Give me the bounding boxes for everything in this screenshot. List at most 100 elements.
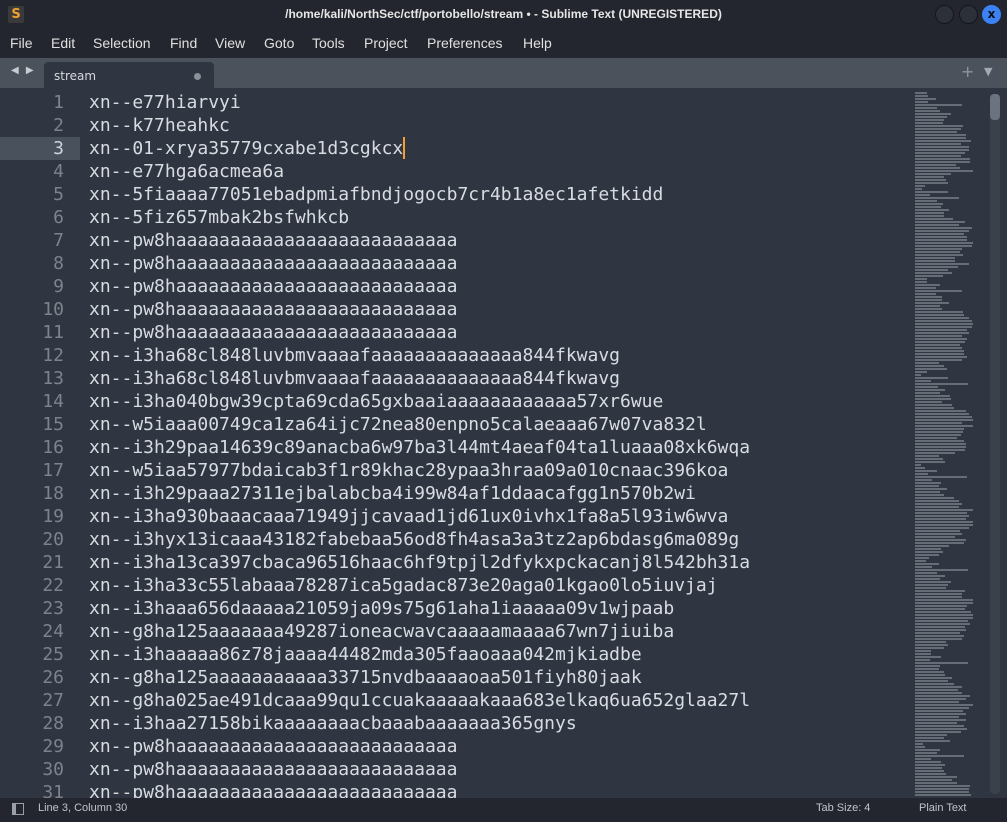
code-line[interactable]: 19 xn--i3ha930baaacaaa71949jjcavaad1jd61u… xyxy=(0,505,900,528)
line-text[interactable]: xn--g8ha125aaaaaaaaaaa33715nvdbaaaaoaa50… xyxy=(89,666,642,689)
line-text[interactable]: xn--pw8haaaaaaaaaaaaaaaaaaaaaaaaaa xyxy=(89,275,457,298)
new-tab-button[interactable]: + xyxy=(961,62,974,81)
line-text[interactable]: xn--pw8haaaaaaaaaaaaaaaaaaaaaaaaaa xyxy=(89,735,457,758)
code-line[interactable]: 2 xn--k77heahkc xyxy=(0,114,900,137)
code-line[interactable]: 9 xn--pw8haaaaaaaaaaaaaaaaaaaaaaaaaa xyxy=(0,275,900,298)
code-line[interactable]: 14 xn--i3ha040bgw39cpta69cda65gxbaaiaaaaa… xyxy=(0,390,900,413)
tab-nav-arrows-icon[interactable]: ◀ ▶ xyxy=(11,65,36,76)
line-text[interactable]: xn--g8ha125aaaaaaa49287ioneacwavcaaaaama… xyxy=(89,620,674,643)
code-line[interactable]: 13 xn--i3ha68cl848luvbmvaaaafaaaaaaaaaaaa… xyxy=(0,367,900,390)
minimap-line xyxy=(915,683,955,685)
minimize-button[interactable] xyxy=(935,5,954,24)
code-line[interactable]: 16 xn--i3h29paa14639c89anacba6w97ba3l44mt… xyxy=(0,436,900,459)
line-text[interactable]: xn--e77hiarvyi xyxy=(89,91,241,114)
code-line[interactable]: 30 xn--pw8haaaaaaaaaaaaaaaaaaaaaaaaaa xyxy=(0,758,900,781)
code-line[interactable]: 4 xn--e77hga6acmea6a xyxy=(0,160,900,183)
line-text[interactable]: xn--i3haaa656daaaaa21059ja09s75g61aha1ia… xyxy=(89,597,674,620)
vertical-scrollbar[interactable] xyxy=(990,94,1000,794)
code-line[interactable]: 11 xn--pw8haaaaaaaaaaaaaaaaaaaaaaaaaa xyxy=(0,321,900,344)
code-line[interactable]: 25 xn--i3haaaaa86z78jaaaa44482mda305faaoa… xyxy=(0,643,900,666)
code-line[interactable]: 17 xn--w5iaa57977bdaicab3f1r89khac28ypaa3… xyxy=(0,459,900,482)
maximize-button[interactable] xyxy=(959,5,978,24)
line-text[interactable]: xn--5fiz657mbak2bsfwhkcb xyxy=(89,206,349,229)
menu-view[interactable]: View xyxy=(215,35,245,51)
code-line[interactable]: 1 xn--e77hiarvyi xyxy=(0,91,900,114)
code-line[interactable]: 28 xn--i3haa27158bikaaaaaaaacbaaabaaaaaaa… xyxy=(0,712,900,735)
minimap-line xyxy=(915,314,965,316)
menu-tools[interactable]: Tools xyxy=(312,35,345,51)
menu-help[interactable]: Help xyxy=(523,35,552,51)
tab-stream[interactable]: stream xyxy=(44,62,214,88)
code-line[interactable]: 27 xn--g8ha025ae491dcaaa99qu1ccuakaaaaaka… xyxy=(0,689,900,712)
menu-project[interactable]: Project xyxy=(364,35,408,51)
code-line[interactable]: 18 xn--i3h29paaa27311ejbalabcba4i99w84af1… xyxy=(0,482,900,505)
menu-find[interactable]: Find xyxy=(170,35,197,51)
code-line[interactable]: 22 xn--i3ha33c55labaaa78287ica5gadac873e2… xyxy=(0,574,900,597)
minimap-line xyxy=(915,446,966,448)
minimap-line xyxy=(915,596,963,598)
line-text[interactable]: xn--i3ha13ca397cbaca96516haac6hf9tpjl2df… xyxy=(89,551,750,574)
line-text[interactable]: xn--i3ha040bgw39cpta69cda65gxbaaiaaaaaaa… xyxy=(89,390,663,413)
code-line[interactable]: 8 xn--pw8haaaaaaaaaaaaaaaaaaaaaaaaaa xyxy=(0,252,900,275)
code-line[interactable]: 6 xn--5fiz657mbak2bsfwhkcb xyxy=(0,206,900,229)
tab-list-dropdown-icon[interactable]: ▼ xyxy=(984,65,992,78)
code-line[interactable]: 29 xn--pw8haaaaaaaaaaaaaaaaaaaaaaaaaa xyxy=(0,735,900,758)
minimap-line xyxy=(915,644,948,646)
editor-area[interactable]: 1 xn--e77hiarvyi 2 xn--k77heahkc 3 xn--01-xry… xyxy=(0,88,1007,798)
line-text[interactable]: xn--k77heahkc xyxy=(89,114,230,137)
unsaved-dot-icon[interactable] xyxy=(194,73,201,80)
minimap-line xyxy=(915,194,931,196)
code-line[interactable]: 5 xn--5fiaaaa77051ebadpmiafbndjogocb7cr4b… xyxy=(0,183,900,206)
menu-goto[interactable]: Goto xyxy=(264,35,294,51)
line-text[interactable]: xn--i3h29paaa27311ejbalabcba4i99w84af1dd… xyxy=(89,482,696,505)
line-text[interactable]: xn--i3haaaaa86z78jaaaa44482mda305faaoaaa… xyxy=(89,643,642,666)
code-line[interactable]: 23 xn--i3haaa656daaaaa21059ja09s75g61aha1… xyxy=(0,597,900,620)
line-text[interactable]: xn--i3ha68cl848luvbmvaaaafaaaaaaaaaaaaaa… xyxy=(89,367,620,390)
minimap-line xyxy=(915,716,960,718)
line-text[interactable]: xn--pw8haaaaaaaaaaaaaaaaaaaaaaaaaa xyxy=(89,252,457,275)
minimap[interactable] xyxy=(915,92,975,798)
line-text[interactable]: xn--w5iaaa00749ca1za64ijc72nea80enpno5ca… xyxy=(89,413,707,436)
minimap-line xyxy=(915,338,968,340)
line-text[interactable]: xn--e77hga6acmea6a xyxy=(89,160,284,183)
code-line[interactable]: 15 xn--w5iaaa00749ca1za64ijc72nea80enpno5… xyxy=(0,413,900,436)
syntax-indicator[interactable]: Plain Text xyxy=(919,802,967,814)
code-line[interactable]: 31 xn--pw8haaaaaaaaaaaaaaaaaaaaaaaaaa xyxy=(0,781,900,798)
code-line[interactable]: 20 xn--i3hyx13icaaa43182fabebaa56od8fh4as… xyxy=(0,528,900,551)
line-text[interactable]: xn--g8ha025ae491dcaaa99qu1ccuakaaaaakaaa… xyxy=(89,689,750,712)
minimap-line xyxy=(915,266,959,268)
minimap-line xyxy=(915,533,962,535)
line-text[interactable]: xn--i3h29paa14639c89anacba6w97ba3l44mt4a… xyxy=(89,436,750,459)
line-text[interactable]: xn--01-xrya35779cxabe1d3cgkcx xyxy=(89,137,406,160)
code-line[interactable]: 3 xn--01-xrya35779cxabe1d3cgkcx xyxy=(0,137,900,160)
line-text[interactable]: xn--pw8haaaaaaaaaaaaaaaaaaaaaaaaaa xyxy=(89,229,457,252)
menu-selection[interactable]: Selection xyxy=(93,35,151,51)
line-text[interactable]: xn--i3hyx13icaaa43182fabebaa56od8fh4asa3… xyxy=(89,528,739,551)
menu-preferences[interactable]: Preferences xyxy=(427,35,502,51)
line-text[interactable]: xn--5fiaaaa77051ebadpmiafbndjogocb7cr4b1… xyxy=(89,183,663,206)
line-text[interactable]: xn--pw8haaaaaaaaaaaaaaaaaaaaaaaaaa xyxy=(89,321,457,344)
panel-toggle-icon[interactable] xyxy=(12,803,24,815)
code-line[interactable]: 21 xn--i3ha13ca397cbaca96516haac6hf9tpjl2… xyxy=(0,551,900,574)
minimap-line xyxy=(915,326,972,328)
menu-file[interactable]: File xyxy=(10,35,33,51)
line-text[interactable]: xn--i3ha930baaacaaa71949jjcavaad1jd61ux0… xyxy=(89,505,728,528)
scrollbar-thumb[interactable] xyxy=(990,94,1000,120)
close-button[interactable]: x xyxy=(982,5,1001,24)
line-text[interactable]: xn--pw8haaaaaaaaaaaaaaaaaaaaaaaaaa xyxy=(89,758,457,781)
line-text[interactable]: xn--w5iaa57977bdaicab3f1r89khac28ypaa3hr… xyxy=(89,459,728,482)
line-text[interactable]: xn--pw8haaaaaaaaaaaaaaaaaaaaaaaaaa xyxy=(89,781,457,798)
code-line[interactable]: 26 xn--g8ha125aaaaaaaaaaa33715nvdbaaaaoaa… xyxy=(0,666,900,689)
text-caret xyxy=(403,137,406,159)
menu-edit[interactable]: Edit xyxy=(51,35,75,51)
line-text[interactable]: xn--i3haa27158bikaaaaaaaacbaaabaaaaaaa36… xyxy=(89,712,577,735)
code-line[interactable]: 7 xn--pw8haaaaaaaaaaaaaaaaaaaaaaaaaa xyxy=(0,229,900,252)
line-text[interactable]: xn--i3ha33c55labaaa78287ica5gadac873e20a… xyxy=(89,574,718,597)
tab-size-indicator[interactable]: Tab Size: 4 xyxy=(816,802,870,814)
line-text[interactable]: xn--i3ha68cl848luvbmvaaaafaaaaaaaaaaaaaa… xyxy=(89,344,620,367)
line-text[interactable]: xn--pw8haaaaaaaaaaaaaaaaaaaaaaaaaa xyxy=(89,298,457,321)
code-line[interactable]: 10 xn--pw8haaaaaaaaaaaaaaaaaaaaaaaaaa xyxy=(0,298,900,321)
code-line[interactable]: 12 xn--i3ha68cl848luvbmvaaaafaaaaaaaaaaaa… xyxy=(0,344,900,367)
code-line[interactable]: 24 xn--g8ha125aaaaaaa49287ioneacwavcaaaaa… xyxy=(0,620,900,643)
minimap-line xyxy=(915,365,944,367)
